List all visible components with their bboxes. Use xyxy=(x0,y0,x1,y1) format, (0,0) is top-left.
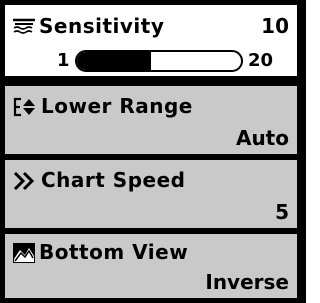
double-chevron-right-icon xyxy=(13,171,35,191)
bottom-view-value: Inverse xyxy=(205,270,289,294)
chart-speed-label: Chart Speed xyxy=(41,168,186,192)
sensitivity-slider[interactable] xyxy=(75,50,243,72)
sensitivity-min-label: 1 xyxy=(57,50,70,71)
menu-item-bottom-view[interactable]: Bottom View Inverse xyxy=(3,232,299,300)
menu-item-lower-range[interactable]: Lower Range Auto xyxy=(3,84,299,156)
up-down-arrow-icon xyxy=(13,97,35,117)
lower-range-value: Auto xyxy=(235,126,289,150)
sensitivity-label: Sensitivity xyxy=(39,14,165,38)
menu-item-chart-speed[interactable]: Chart Speed 5 xyxy=(3,158,299,230)
bottom-view-label: Bottom View xyxy=(39,240,189,264)
chart-speed-value: 5 xyxy=(275,200,289,224)
sensitivity-slider-fill xyxy=(77,52,151,70)
sonar-settings-menu: Sensitivity 10 1 20 Lower Range Auto Cha… xyxy=(0,0,306,303)
sensitivity-max-label: 20 xyxy=(248,50,274,71)
menu-item-sensitivity[interactable]: Sensitivity 10 1 20 xyxy=(3,3,299,78)
sensitivity-value: 10 xyxy=(261,14,289,38)
lower-range-label: Lower Range xyxy=(41,94,193,118)
bottom-view-icon xyxy=(13,243,35,263)
sensitivity-icon xyxy=(13,18,35,34)
